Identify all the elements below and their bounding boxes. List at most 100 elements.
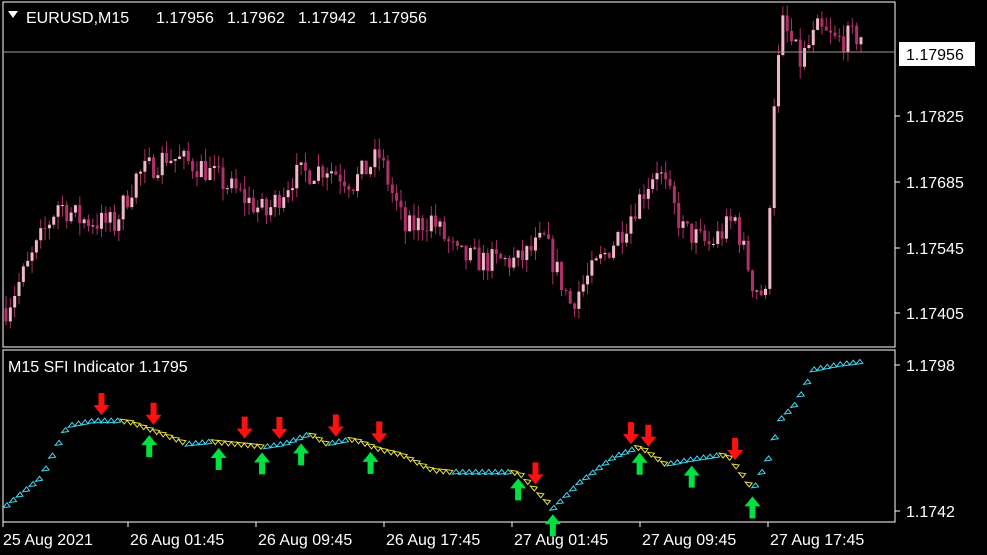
down-trail-marker (223, 440, 233, 447)
candle (8, 297, 12, 329)
candle (438, 217, 442, 236)
candle (156, 167, 160, 182)
candle (798, 28, 802, 79)
candle (178, 144, 182, 160)
down-trail-marker (405, 456, 415, 463)
candle (390, 177, 394, 203)
candle (720, 223, 724, 246)
candle (455, 239, 459, 250)
down-trail-marker (737, 471, 747, 479)
up-trail-marker (490, 468, 500, 476)
up-trail-marker (21, 486, 31, 493)
candle (772, 98, 776, 216)
candle (764, 285, 767, 300)
candle (442, 216, 446, 242)
buy-arrow-icon (744, 496, 761, 519)
sell-arrow-icon (622, 422, 639, 445)
candle (833, 25, 837, 39)
candle (577, 281, 581, 319)
candle (677, 191, 681, 237)
up-trail-marker (711, 452, 721, 459)
candle (377, 138, 381, 171)
up-trail-marker (477, 468, 487, 476)
indicator-title: M15 SFI Indicator 1.1795 (8, 359, 188, 376)
up-trail-marker (99, 417, 109, 424)
candle (850, 18, 854, 34)
candle (494, 239, 498, 264)
candle (217, 155, 221, 173)
candle (612, 241, 616, 261)
candle (412, 203, 416, 240)
symbol-label: EURUSD,M15 (26, 10, 129, 27)
candle (147, 147, 151, 165)
candle (126, 190, 130, 210)
candle (538, 221, 542, 240)
down-trail-marker (210, 438, 220, 446)
candle (525, 244, 529, 273)
candle (516, 249, 520, 267)
down-trail-marker (724, 454, 734, 462)
candle (386, 155, 390, 192)
candle (316, 154, 320, 184)
candle (165, 141, 169, 167)
candle (547, 221, 550, 240)
candle (607, 252, 611, 259)
down-trail-marker (437, 468, 448, 475)
candle (13, 286, 17, 318)
candle (555, 249, 559, 276)
candle (533, 227, 537, 261)
candle (199, 154, 203, 178)
candle (638, 188, 642, 220)
indicator-tick-label: 1.1798 (906, 358, 955, 375)
candle (113, 204, 116, 236)
candle (369, 165, 373, 178)
buy-arrow-icon (210, 448, 227, 471)
up-trail-marker (8, 496, 18, 504)
down-trail-marker (392, 450, 402, 458)
candle (581, 275, 585, 297)
down-trail-marker (522, 478, 532, 486)
candle (646, 177, 650, 210)
candle (781, 6, 785, 57)
candle (225, 185, 229, 195)
candle (382, 149, 386, 168)
candle (724, 208, 728, 243)
candle (651, 173, 655, 193)
candle (204, 148, 208, 182)
symbol-menu-chevron-down-icon[interactable] (8, 11, 18, 18)
candle (303, 152, 307, 183)
candle (256, 200, 260, 223)
candle (408, 210, 412, 233)
candle (807, 34, 811, 51)
down-trail-marker (379, 447, 389, 455)
candle (173, 159, 177, 173)
candle (330, 162, 333, 184)
candle (73, 204, 77, 218)
candle (829, 17, 833, 44)
ohlc-high: 1.17962 (227, 10, 285, 27)
up-trail-marker (464, 468, 474, 476)
candle (855, 22, 859, 51)
candle (573, 302, 577, 318)
down-trail-marker (385, 449, 395, 456)
candle (17, 272, 21, 305)
candle (824, 17, 828, 32)
sell-arrow-icon (271, 416, 288, 439)
up-trail-marker (184, 440, 194, 447)
down-trail-marker (516, 471, 526, 479)
up-trail-marker (548, 504, 558, 511)
sell-arrow-icon (371, 421, 388, 444)
candle (21, 263, 25, 287)
down-trail-marker (535, 492, 545, 499)
up-trail-marker (770, 433, 780, 441)
candle (729, 208, 733, 230)
candle (360, 159, 364, 180)
up-trail-marker (301, 431, 311, 439)
up-trail-marker (561, 491, 571, 499)
candle (78, 196, 82, 236)
up-trail-marker (802, 378, 812, 385)
candle (616, 230, 620, 247)
up-trail-marker (197, 439, 207, 446)
time-tick-label: 25 Aug 2021 (3, 532, 93, 549)
candle (39, 219, 43, 249)
